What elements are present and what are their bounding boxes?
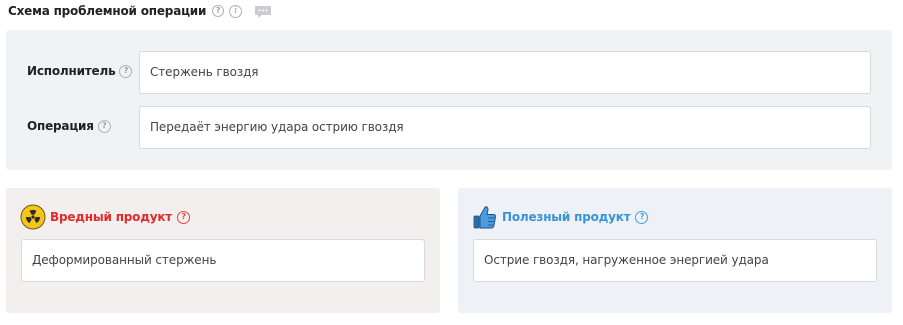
performer-label-group: Исполнитель ? <box>27 64 133 78</box>
question-icon[interactable]: ? <box>119 64 133 78</box>
info-icon[interactable]: i <box>229 4 243 18</box>
operation-label-group: Операция ? <box>27 119 111 133</box>
radiation-icon <box>20 204 46 230</box>
harmful-product-title: Вредный продукт <box>50 210 173 224</box>
operation-panel: Исполнитель ? Стержень гвоздя Операция ?… <box>6 30 892 170</box>
operation-label: Операция <box>27 119 94 133</box>
section-title: Схема проблемной операции <box>8 4 207 18</box>
harmful-product-card: Вредный продукт ? Деформированный стерже… <box>6 188 440 313</box>
question-icon[interactable]: ? <box>177 210 191 224</box>
section-header: Схема проблемной операции ? i <box>8 2 272 20</box>
harmful-product-field[interactable]: Деформированный стержень <box>21 239 425 282</box>
performer-label: Исполнитель <box>27 64 116 78</box>
question-icon[interactable]: ? <box>212 5 225 17</box>
useful-product-card: Полезный продукт ? Острие гвоздя, нагруж… <box>458 188 892 313</box>
question-icon[interactable]: ? <box>635 210 649 224</box>
operation-field[interactable]: Передаёт энергию удара острию гвоздя <box>139 106 871 149</box>
useful-product-header: Полезный продукт ? <box>472 204 649 230</box>
harmful-product-header: Вредный продукт ? <box>20 204 191 230</box>
operation-row: Операция ? Передаёт энергию удара острию… <box>6 106 892 149</box>
chat-bubble-icon[interactable] <box>254 4 272 18</box>
performer-field[interactable]: Стержень гвоздя <box>139 51 871 94</box>
useful-product-title: Полезный продукт <box>502 210 631 224</box>
thumbs-up-icon <box>472 204 498 230</box>
performer-row: Исполнитель ? Стержень гвоздя <box>6 51 892 94</box>
question-icon[interactable]: ? <box>97 119 111 133</box>
useful-product-field[interactable]: Острие гвоздя, нагруженное энергией удар… <box>473 239 877 282</box>
